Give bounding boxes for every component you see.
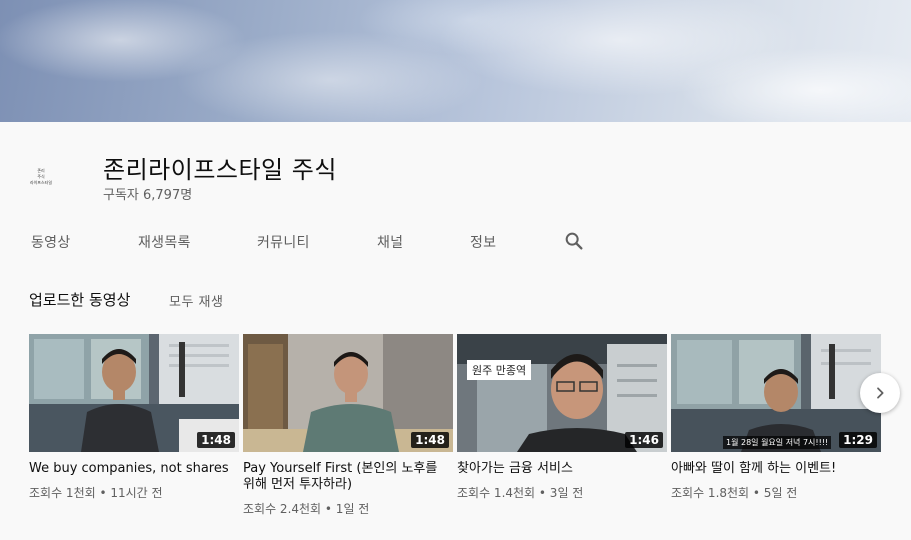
video-duration: 1:48 bbox=[411, 432, 449, 448]
video-thumbnail[interactable]: 1월 28일 월요일 저녁 7시!!!! 1:29 bbox=[671, 334, 881, 452]
video-thumbnail[interactable]: 1:48 bbox=[29, 334, 239, 452]
section-title[interactable]: 업로드한 동영상 bbox=[29, 289, 130, 310]
channel-banner bbox=[0, 0, 911, 122]
avatar[interactable]: 존리 주식 라이프스타일 bbox=[8, 144, 74, 210]
video-meta: 조회수 1천회 • 11시간 전 bbox=[29, 486, 163, 500]
video-meta: 조회수 1.8천회 • 5일 전 bbox=[671, 486, 798, 500]
chevron-right-icon bbox=[877, 387, 884, 399]
channel-header: 존리 주식 라이프스타일 존리라이프스타일 주식 구독자 6,797명 동영상 … bbox=[0, 122, 911, 266]
video-card[interactable]: 원주 만종역 1:46 찾아가는 금융 서비스 조회수 1.4천회 • 3일 전 bbox=[457, 334, 667, 501]
video-title[interactable]: Pay Yourself First (본인의 노후를 위해 먼저 투자하라) bbox=[243, 461, 453, 493]
tab-channels[interactable]: 채널 bbox=[377, 232, 403, 252]
tab-community[interactable]: 커뮤니티 bbox=[257, 232, 310, 252]
channel-tabs: 동영상 재생목록 커뮤니티 채널 정보 bbox=[0, 222, 911, 266]
channel-name: 존리라이프스타일 주식 bbox=[103, 156, 337, 184]
play-all-button[interactable]: 모두 재생 bbox=[169, 291, 223, 310]
avatar-text-3: 라이프스타일 bbox=[29, 180, 53, 185]
video-title[interactable]: 아빠와 딸이 함께 하는 이벤트! bbox=[671, 461, 881, 477]
thumbnail-overlay-text: 1월 28일 월요일 저녁 7시!!!! bbox=[723, 436, 832, 449]
thumbnail-overlay-text: 원주 만종역 bbox=[467, 360, 532, 380]
video-thumbnail[interactable]: 1:48 bbox=[243, 334, 453, 452]
video-card[interactable]: 1:48 We buy companies, not shares 조회수 1천… bbox=[29, 334, 239, 501]
video-meta: 조회수 1.4천회 • 3일 전 bbox=[457, 486, 584, 500]
video-meta: 조회수 2.4천회 • 1일 전 bbox=[243, 502, 370, 516]
subscriber-count: 구독자 6,797명 bbox=[103, 188, 193, 203]
tab-about[interactable]: 정보 bbox=[470, 232, 496, 252]
video-duration: 1:46 bbox=[625, 432, 663, 448]
video-duration: 1:48 bbox=[197, 432, 235, 448]
video-thumbnail[interactable]: 원주 만종역 1:46 bbox=[457, 334, 667, 452]
search-icon[interactable] bbox=[563, 230, 585, 252]
video-card[interactable]: 1:48 Pay Yourself First (본인의 노후를 위해 먼저 투… bbox=[243, 334, 453, 517]
video-duration: 1:29 bbox=[839, 432, 877, 448]
video-card[interactable]: 1월 28일 월요일 저녁 7시!!!! 1:29 아빠와 딸이 함께 하는 이… bbox=[671, 334, 881, 501]
tab-playlists[interactable]: 재생목록 bbox=[138, 232, 191, 252]
next-button[interactable] bbox=[860, 373, 900, 413]
tab-videos[interactable]: 동영상 bbox=[31, 232, 71, 252]
video-title[interactable]: We buy companies, not shares bbox=[29, 461, 239, 477]
video-title[interactable]: 찾아가는 금융 서비스 bbox=[457, 461, 667, 477]
